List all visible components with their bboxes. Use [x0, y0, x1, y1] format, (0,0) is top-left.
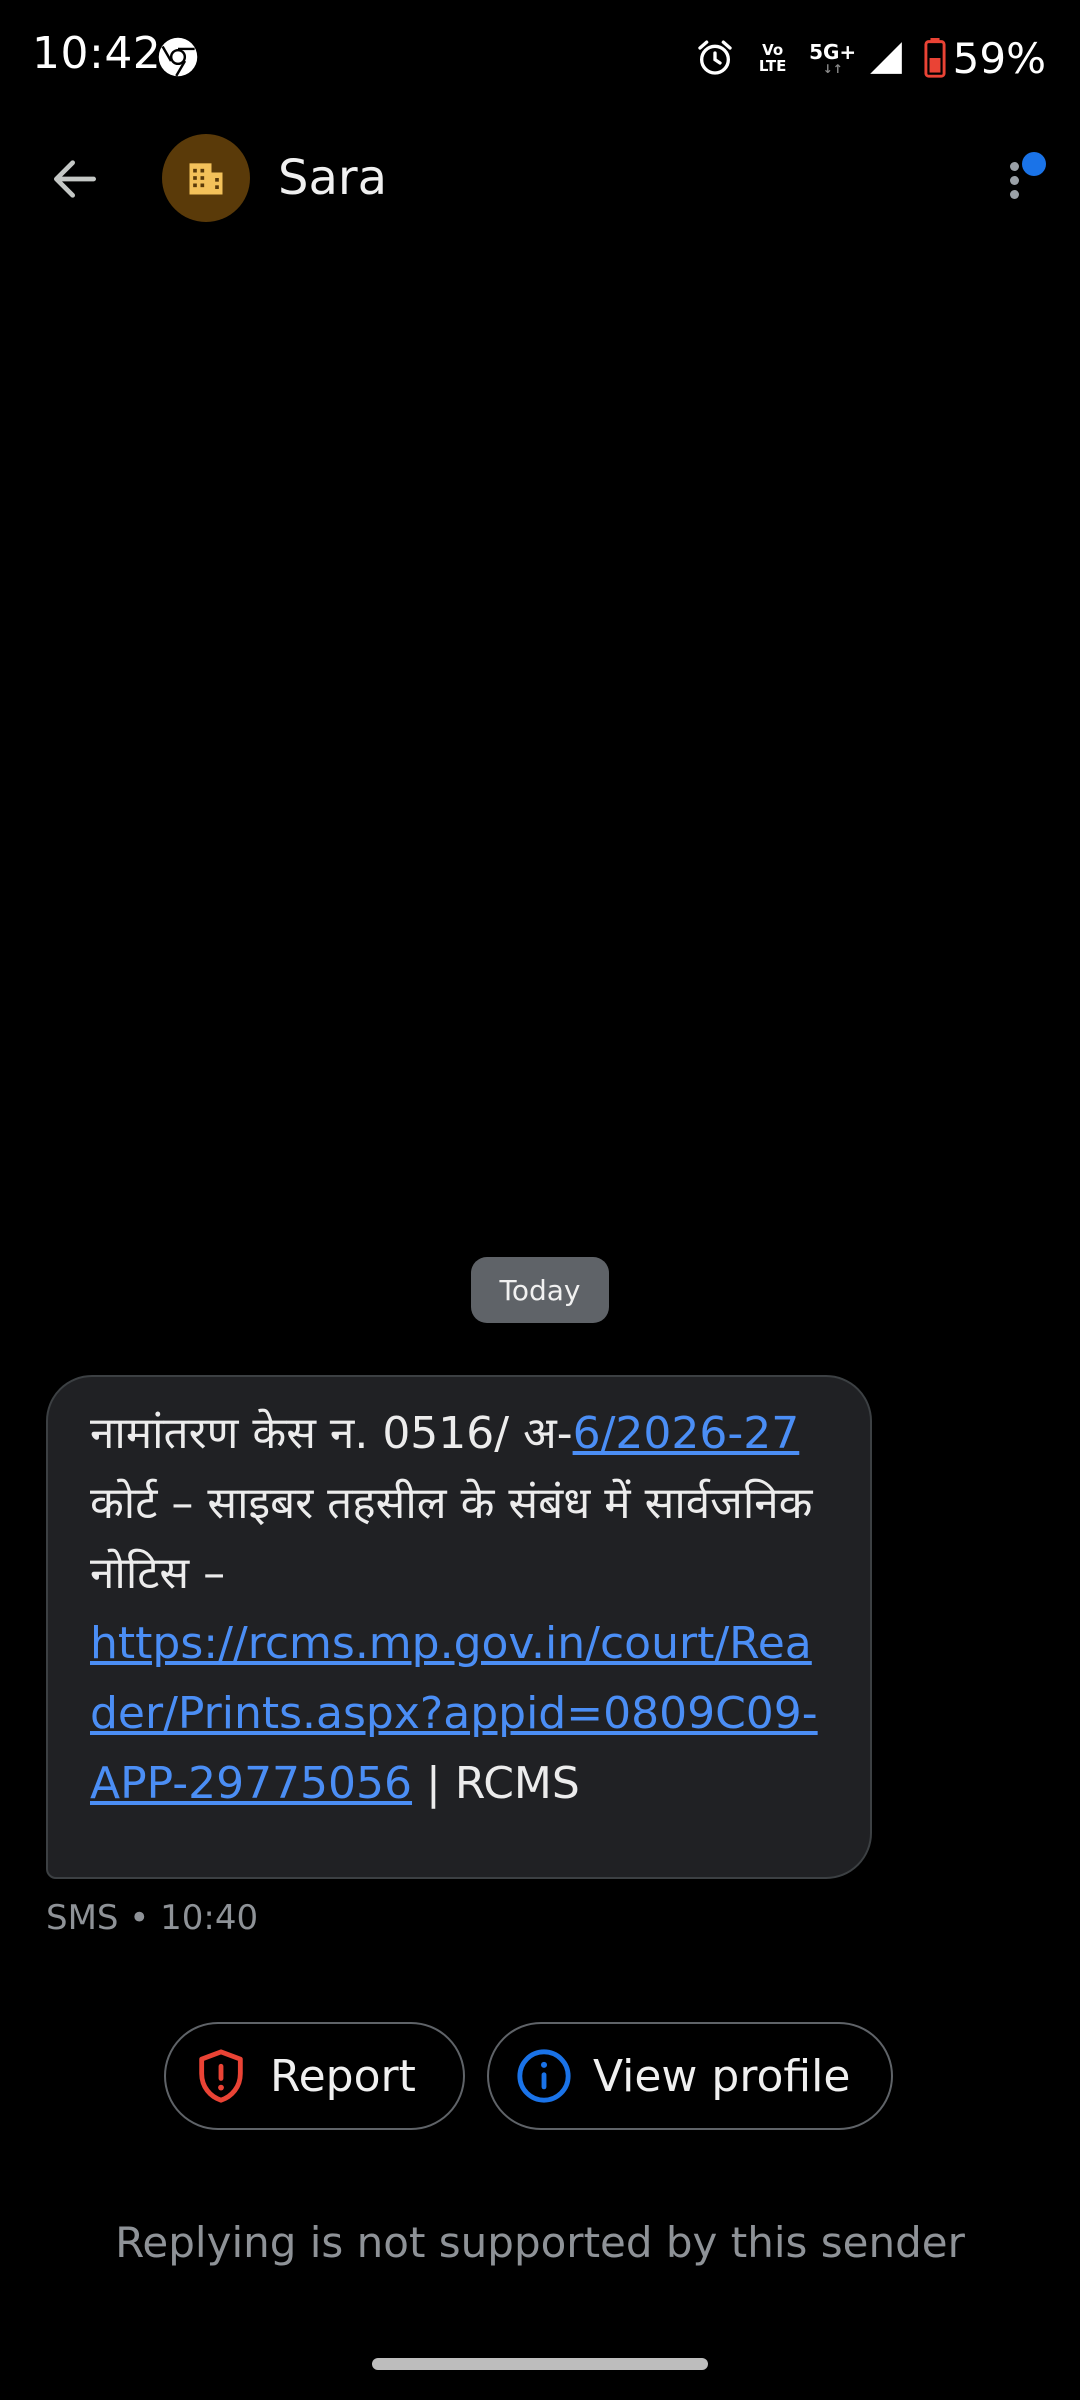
status-icons: Vo LTE 5G+ ↓↑ 59% [695, 30, 1046, 86]
volte-icon: Vo LTE [758, 41, 787, 75]
battery-icon [924, 38, 946, 78]
contact-name[interactable]: Sara [278, 150, 387, 206]
message-text: नामांतरण केस न. 0516/ अ-6/2026-27 कोर्ट … [90, 1408, 818, 1809]
sender-actions: Report View profile [0, 2022, 1080, 2132]
info-icon [517, 2049, 571, 2103]
message-link-case[interactable]: 6/2026-27 [573, 1408, 800, 1459]
status-bar: 10:42 Vo LTE 5G+ ↓↑ 59% [0, 0, 1080, 118]
battery-percent: 59% [952, 33, 1046, 83]
back-button[interactable] [40, 144, 110, 214]
network-5g-icon: 5G+ ↓↑ [809, 40, 857, 76]
report-button[interactable]: Report [164, 2022, 465, 2130]
report-shield-icon [199, 2049, 243, 2103]
chrome-icon [158, 37, 198, 77]
conversation-header: Sara [0, 120, 1080, 238]
signal-icon [869, 42, 902, 74]
view-profile-button[interactable]: View profile [487, 2022, 893, 2130]
arrow-back-icon [54, 160, 96, 198]
alarm-icon [697, 40, 732, 75]
report-label: Report [270, 2050, 416, 2102]
more-options-button[interactable] [980, 144, 1050, 214]
building-icon [189, 163, 223, 195]
avatar[interactable] [162, 134, 250, 222]
reply-not-supported-notice: Replying is not supported by this sender [115, 2218, 965, 2267]
view-profile-label: View profile [593, 2050, 851, 2102]
more-vert-icon [1010, 162, 1019, 171]
message-timestamp: SMS • 10:40 [46, 1898, 259, 1938]
message-bubble[interactable]: नामांतरण केस न. 0516/ अ-6/2026-27 कोर्ट … [46, 1375, 872, 1879]
notification-badge [1022, 152, 1046, 176]
home-indicator[interactable] [372, 2358, 708, 2370]
status-time: 10:42 [32, 28, 162, 79]
date-divider: Today [471, 1257, 609, 1323]
